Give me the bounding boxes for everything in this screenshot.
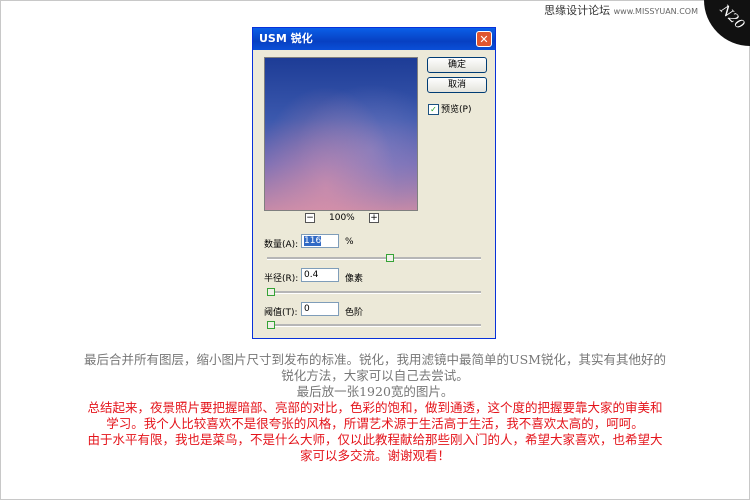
preview-label: 预览(P) [441, 105, 472, 115]
zoom-controls: − 100% + [305, 213, 385, 225]
watermark: 思缘设计论坛 www.MISSYUAN.COM [544, 2, 698, 18]
radius-input[interactable]: 0.4 [301, 268, 339, 282]
amount-input[interactable]: 116 [301, 234, 339, 248]
threshold-label: 阈值(T): [264, 308, 298, 318]
caption-line: 锐化方法，大家可以自己去尝试。 [281, 368, 469, 383]
amount-slider-thumb[interactable] [386, 254, 394, 262]
threshold-value: 0 [304, 304, 310, 314]
preview-image[interactable] [264, 57, 418, 211]
watermark-url: www.MISSYUAN.COM [613, 7, 698, 16]
dialog-title: USM 锐化 [259, 32, 313, 45]
threshold-input[interactable]: 0 [301, 302, 339, 316]
summary-line: 家可以多交流。谢谢观看！ [299, 448, 450, 463]
cancel-button[interactable]: 取消 [427, 77, 487, 93]
zoom-level: 100% [329, 213, 355, 223]
checkmark-icon: ✓ [428, 104, 439, 115]
amount-slider[interactable] [267, 254, 481, 262]
caption-text: 最后合并所有图层，缩小图片尺寸到发布的标准。锐化，我用滤镜中最简单的USM锐化，… [0, 352, 750, 464]
threshold-slider-thumb[interactable] [267, 321, 275, 329]
preview-checkbox[interactable]: ✓ 预览(P) [428, 102, 471, 115]
zoom-in-button[interactable]: + [369, 213, 379, 223]
summary-line: 学习。我个人比较喜欢不是很夸张的风格，所谓艺术源于生活高于生活，我不喜欢太高的，… [106, 416, 644, 431]
usm-sharpen-dialog: USM 锐化 ✕ − 100% + 确定 取消 ✓ 预览(P) 数量(A): 11… [252, 27, 496, 339]
radius-label: 半径(R): [264, 274, 299, 284]
amount-value: 116 [304, 236, 322, 246]
watermark-site: 思缘设计论坛 [544, 4, 611, 17]
zoom-out-button[interactable]: − [305, 213, 315, 223]
amount-label: 数量(A): [264, 240, 299, 250]
radius-unit: 像素 [345, 274, 364, 284]
radius-slider[interactable] [267, 288, 481, 296]
threshold-slider[interactable] [267, 321, 481, 329]
radius-slider-thumb[interactable] [267, 288, 275, 296]
close-button[interactable]: ✕ [476, 31, 492, 47]
dialog-titlebar[interactable]: USM 锐化 ✕ [253, 28, 495, 50]
caption-line: 最后放一张1920宽的图片。 [296, 384, 454, 399]
radius-value: 0.4 [304, 270, 319, 280]
summary-line: 由于水平有限，我也是菜鸟，不是什么大师，仅以此教程献给那些刚入门的人，希望大家喜… [87, 432, 663, 447]
ok-button[interactable]: 确定 [427, 57, 487, 73]
badge-text: N20 [716, 2, 748, 33]
amount-unit: % [345, 237, 354, 247]
summary-line: 总结起来，夜景照片要把握暗部、亮部的对比，色彩的饱和，做到通透，这个度的把握要靠… [87, 400, 663, 415]
close-icon: ✕ [479, 33, 489, 46]
threshold-unit: 色阶 [345, 308, 364, 318]
caption-line: 最后合并所有图层，缩小图片尺寸到发布的标准。锐化，我用滤镜中最简单的USM锐化，… [84, 352, 666, 367]
